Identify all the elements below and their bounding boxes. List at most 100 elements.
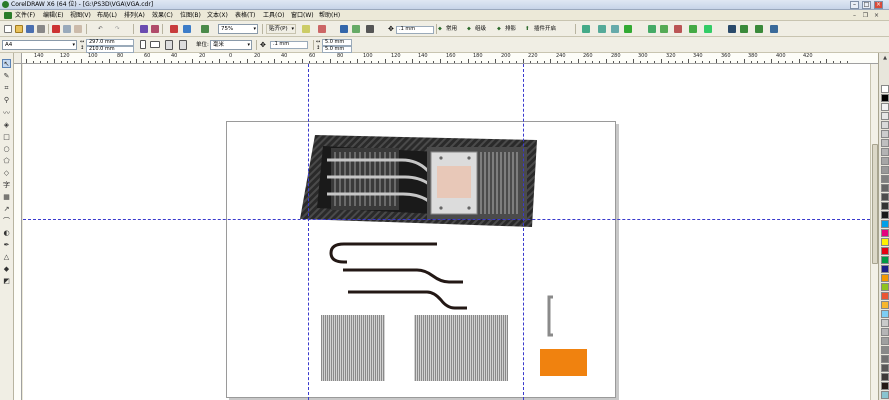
export-icon[interactable] <box>151 25 159 33</box>
menu-table[interactable]: 表格(T) <box>235 12 255 19</box>
freehand-tool-icon[interactable]: 〰 <box>2 109 11 118</box>
text-tool-icon[interactable]: 字 <box>2 181 11 190</box>
menu-bitmaps[interactable]: 位图(B) <box>180 12 201 19</box>
duplicate-x-field[interactable]: 5.0 mm <box>322 39 352 46</box>
menu-tools[interactable]: 工具(O) <box>263 12 284 19</box>
blend-tool-icon[interactable]: ◐ <box>2 229 11 238</box>
palette-swatch[interactable] <box>881 184 889 192</box>
palette-swatch[interactable] <box>881 85 889 93</box>
vertical-scrollbar[interactable] <box>870 64 878 400</box>
fill-tool-icon[interactable]: ◆ <box>2 265 11 274</box>
page-height-field[interactable]: 210.0 mm <box>86 46 134 53</box>
ruler-corner[interactable] <box>14 53 22 64</box>
macro-record-icon[interactable] <box>611 25 619 33</box>
menu-window[interactable]: 窗口(W) <box>291 12 314 19</box>
palette-swatch[interactable] <box>881 274 889 282</box>
basic-shapes-tool-icon[interactable]: ◇ <box>2 169 11 178</box>
palette-swatch[interactable] <box>881 193 889 201</box>
palette-swatch[interactable] <box>881 265 889 273</box>
palette-swatch[interactable] <box>881 283 889 291</box>
app-common-button[interactable]: 常用 <box>446 25 457 33</box>
crop-tool-icon[interactable]: ⌗ <box>2 84 11 93</box>
palette-swatch[interactable] <box>881 319 889 327</box>
undo-icon[interactable]: ↶ <box>98 25 103 33</box>
palette-swatch[interactable] <box>881 211 889 219</box>
shape-tool-icon[interactable]: ✎ <box>2 72 11 81</box>
ellipse-tool-icon[interactable]: ○ <box>2 145 11 154</box>
duplicate-y-field[interactable]: 5.0 mm <box>322 46 352 53</box>
new-icon[interactable] <box>4 25 12 33</box>
connector-tool-icon[interactable]: ⌒ <box>2 217 11 226</box>
orange-rectangle[interactable] <box>540 349 587 376</box>
options-icon[interactable] <box>302 25 310 33</box>
pick-tool-icon[interactable]: ↖ <box>2 59 11 68</box>
bracket-shape[interactable] <box>547 295 553 337</box>
palette-swatch[interactable] <box>881 130 889 138</box>
plugin-e-icon[interactable] <box>755 25 763 33</box>
zoom-tool-icon[interactable]: ⚲ <box>2 96 11 105</box>
print-icon[interactable] <box>37 25 45 33</box>
horizontal-ruler[interactable]: 140 120 100 80 60 40 20 0 20 40 60 80 10… <box>22 53 881 64</box>
eyedropper-tool-icon[interactable]: ✒ <box>2 241 11 250</box>
landscape-icon[interactable] <box>150 41 160 48</box>
plugin-b-icon[interactable] <box>704 25 712 33</box>
vertical-ruler[interactable] <box>14 64 22 400</box>
import-icon[interactable] <box>140 25 148 33</box>
document-icon[interactable] <box>4 12 12 19</box>
palette-swatch[interactable] <box>881 355 889 363</box>
plugin-f-icon[interactable] <box>770 25 778 33</box>
palette-swatch[interactable] <box>881 373 889 381</box>
menu-view[interactable]: 视图(V) <box>70 12 91 19</box>
table-tool-icon[interactable]: ▦ <box>2 193 11 202</box>
palette-swatch[interactable] <box>881 337 889 345</box>
rectangle-tool-icon[interactable]: □ <box>2 133 11 142</box>
palette-swatch[interactable] <box>881 238 889 246</box>
app-launcher-icon[interactable] <box>183 25 191 33</box>
palette-swatch[interactable] <box>881 220 889 228</box>
palette-swatch[interactable] <box>881 328 889 336</box>
cut-icon[interactable] <box>52 25 60 33</box>
vertical-guideline[interactable] <box>523 64 524 400</box>
doc-close-icon[interactable]: × <box>873 12 880 19</box>
app-arrange-button[interactable]: 排影 <box>505 25 516 33</box>
app-plugin-button[interactable]: 插件开启 <box>534 25 556 33</box>
script-run-icon[interactable] <box>660 25 668 33</box>
palette-swatch[interactable] <box>881 382 889 390</box>
script-icon[interactable] <box>648 25 656 33</box>
nudge-offset-field[interactable]: .1 mm <box>270 41 308 49</box>
doc-minimize-icon[interactable]: – <box>851 12 858 19</box>
all-pages-icon[interactable] <box>165 40 173 50</box>
corel-connect-icon[interactable] <box>340 25 348 33</box>
horizontal-guideline[interactable] <box>23 219 870 220</box>
menu-edit[interactable]: 编辑(E) <box>43 12 63 19</box>
palette-swatch[interactable] <box>881 175 889 183</box>
snap-to-select[interactable]: 贴齐(P) ▾ <box>266 24 296 34</box>
page-width-field[interactable]: 297.0 mm <box>86 39 134 46</box>
interactive-fill-tool-icon[interactable]: ◩ <box>2 277 11 286</box>
paste-icon[interactable] <box>74 25 82 33</box>
copy-icon[interactable] <box>63 25 71 33</box>
palette-swatch[interactable] <box>881 166 889 174</box>
gpu-heatsink-image[interactable] <box>300 135 537 227</box>
palette-swatch[interactable] <box>881 256 889 264</box>
zoom-level-select[interactable]: 75% ▾ <box>218 24 258 34</box>
palette-swatch[interactable] <box>881 112 889 120</box>
eyedropper-toolbar-icon[interactable] <box>318 25 326 33</box>
parallel-dimension-tool-icon[interactable]: ↗ <box>2 205 11 214</box>
palette-swatch[interactable] <box>881 247 889 255</box>
current-page-icon[interactable] <box>179 40 187 50</box>
welcome-screen-icon[interactable] <box>201 25 209 33</box>
close-window-button[interactable]: × <box>874 1 883 9</box>
app-group-button[interactable]: 组级 <box>475 25 486 33</box>
menu-text[interactable]: 文本(X) <box>207 12 228 19</box>
page-size-select[interactable]: A4 ▾ <box>2 40 77 50</box>
minimize-button[interactable]: – <box>850 1 859 9</box>
maximize-button[interactable]: □ <box>862 1 871 9</box>
heatsink-fins-left[interactable] <box>321 315 385 381</box>
heatsink-fins-right[interactable] <box>414 315 508 381</box>
portrait-icon[interactable] <box>140 40 146 49</box>
vertical-guideline[interactable] <box>308 64 309 400</box>
polygon-tool-icon[interactable]: ⬠ <box>2 157 11 166</box>
palette-swatch[interactable] <box>881 301 889 309</box>
smart-fill-tool-icon[interactable]: ◈ <box>2 121 11 130</box>
